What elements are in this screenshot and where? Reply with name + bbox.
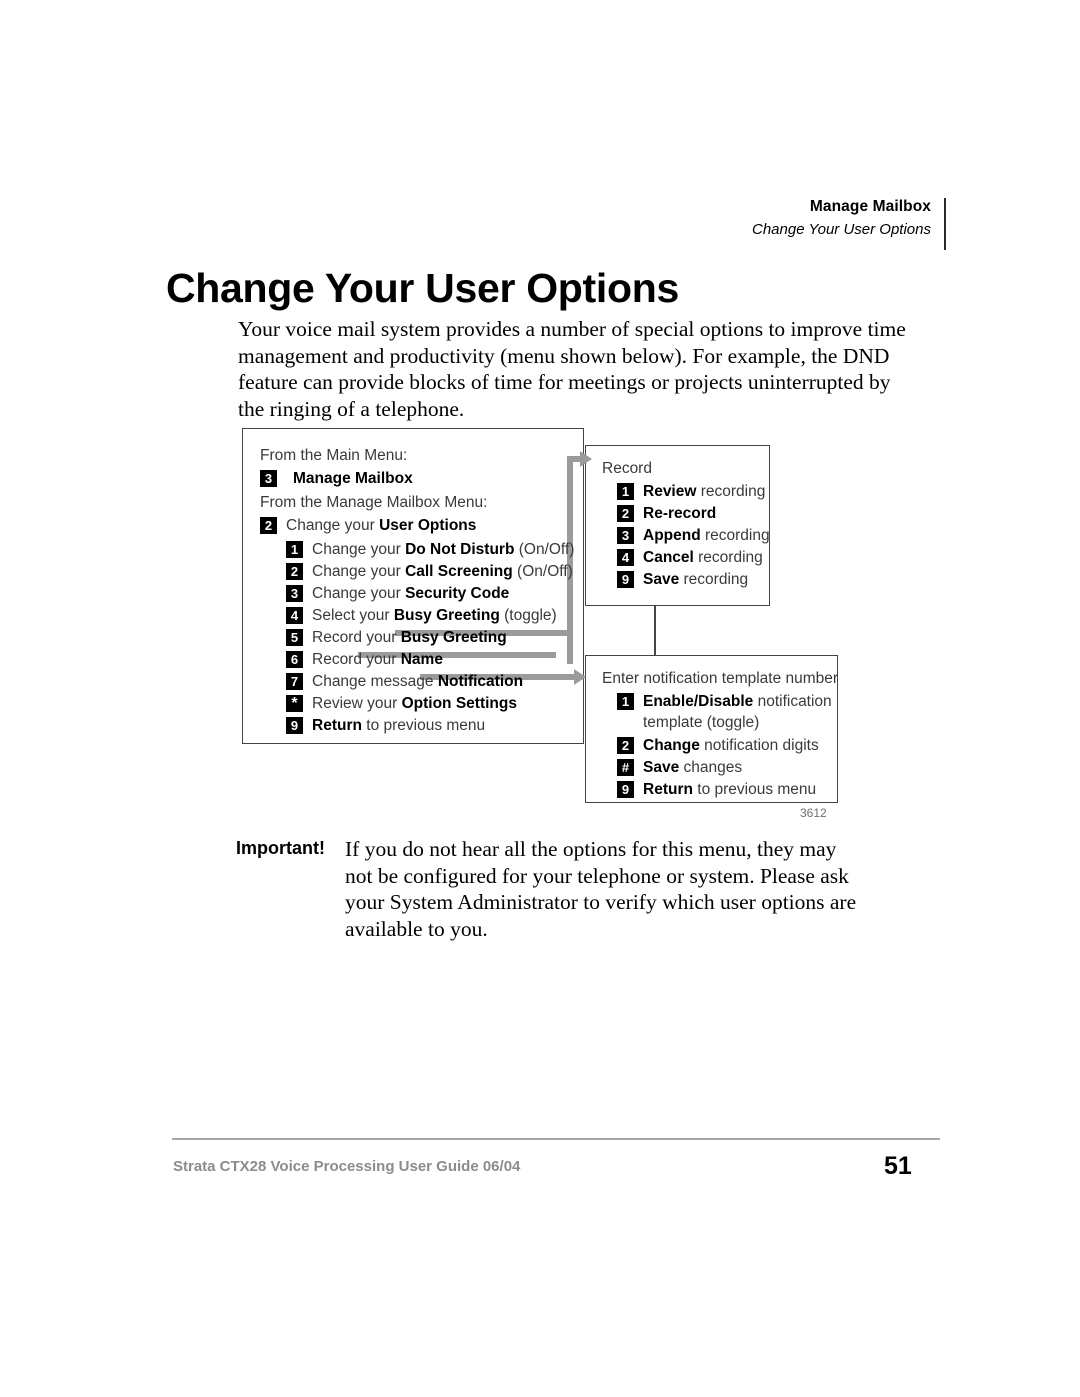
menu-flow-diagram: From the Main Menu: 3 Manage Mailbox Fro…: [242, 428, 854, 818]
footer-rule: [172, 1138, 940, 1140]
notify-row-hash: # Save changes: [617, 757, 742, 778]
footer-guide-text: Strata CTX28 Voice Processing User Guide…: [173, 1158, 521, 1175]
option-label: Record your Name: [312, 651, 443, 668]
key-badge: 7: [286, 673, 303, 690]
key-badge: 3: [260, 470, 277, 487]
option-row-9: 9 Return to previous menu: [286, 715, 485, 736]
key-badge: 1: [617, 693, 634, 710]
option-row-4: 4 Select your Busy Greeting (toggle): [286, 605, 557, 626]
key-badge: 4: [617, 549, 634, 566]
key-badge: 5: [286, 629, 303, 646]
key-badge: 2: [286, 563, 303, 580]
key-badge: 2: [260, 517, 277, 534]
key-badge: 1: [617, 483, 634, 500]
record-label: Re-record: [643, 505, 717, 522]
page-number: 51: [884, 1152, 912, 1180]
record-row-9: 9 Save recording: [617, 569, 748, 590]
panel-connector-line: [654, 606, 656, 655]
notify-row-9: 9 Return to previous menu: [617, 779, 816, 800]
key-badge: 2: [617, 505, 634, 522]
option-row-1: 1 Change your Do Not Disturb (On/Off): [286, 539, 574, 560]
key-badge-asterisk: *: [286, 695, 303, 712]
notify-row-1: 1 Enable/Disable notification template (t…: [617, 691, 832, 733]
option-label: Change your Call Screening (On/Off): [312, 563, 573, 580]
left-lead-mailbox-menu: From the Manage Mailbox Menu:: [260, 494, 488, 511]
connector-riser-record: [567, 456, 573, 664]
record-label: Cancel recording: [643, 549, 763, 566]
left-item-user-options: 2 Change your User Options: [260, 515, 476, 536]
running-header: Manage Mailbox Change Your User Options: [0, 196, 945, 242]
option-label: Return to previous menu: [312, 717, 486, 734]
option-row-5: 5 Record your Busy Greeting: [286, 627, 507, 648]
option-label: Change your Do Not Disturb (On/Off): [312, 541, 575, 558]
option-label: Change your Security Code: [312, 585, 510, 602]
important-body: If you do not hear all the options for t…: [345, 837, 857, 941]
arrow-to-notification-icon: [574, 669, 586, 685]
record-row-4: 4 Cancel recording: [617, 547, 763, 568]
record-row-3: 3 Append recording: [617, 525, 770, 546]
key-badge: 9: [617, 781, 634, 798]
notify-label: Enable/Disable notification template (tog…: [643, 693, 832, 731]
key-badge: 3: [286, 585, 303, 602]
notify-label: Return to previous menu: [643, 781, 817, 798]
option-label: Change message Notification: [312, 673, 524, 690]
option-row-6: 6 Record your Name: [286, 649, 443, 670]
record-label: Review recording: [643, 483, 766, 500]
document-page: Manage Mailbox Change Your User Options …: [0, 0, 1080, 1397]
notify-label: Change notification digits: [643, 737, 819, 754]
page-title: Change Your User Options: [166, 265, 679, 311]
record-row-2: 2 Re-record: [617, 503, 716, 524]
left-item-manage-mailbox: 3 Manage Mailbox: [260, 468, 413, 489]
key-badge: 9: [617, 571, 634, 588]
left-lead-main-menu: From the Main Menu:: [260, 447, 408, 464]
key-badge-hash: #: [617, 759, 634, 776]
arrow-to-record-icon: [580, 451, 592, 467]
key-badge: 9: [286, 717, 303, 734]
key-badge: 3: [617, 527, 634, 544]
notify-label: Save changes: [643, 759, 743, 776]
record-label: Save recording: [643, 571, 749, 588]
option-row-7: 7 Change message Notification: [286, 671, 523, 692]
option-label: Select your Busy Greeting (toggle): [312, 607, 557, 624]
important-label: Important!: [236, 838, 325, 858]
option-label: Record your Busy Greeting: [312, 629, 507, 646]
option-row-2: 2 Change your Call Screening (On/Off): [286, 561, 573, 582]
key-badge: 6: [286, 651, 303, 668]
figure-number: 3612: [800, 806, 827, 820]
key-badge: 2: [617, 737, 634, 754]
notify-row-2: 2 Change notification digits: [617, 735, 819, 756]
notification-heading: Enter notification template number: [602, 670, 839, 687]
header-subtitle: Change Your User Options: [752, 221, 931, 238]
header-title: Manage Mailbox: [809, 198, 931, 215]
header-vertical-rule: [944, 198, 946, 250]
intro-paragraph: Your voice mail system provides a number…: [238, 317, 906, 421]
key-badge: 1: [286, 541, 303, 558]
option-row-star: * Review your Option Settings: [286, 693, 517, 714]
option-label: Review your Option Settings: [312, 695, 517, 712]
left-item-label: Manage Mailbox: [293, 470, 413, 487]
left-item-label: Change your User Options: [286, 517, 477, 534]
record-row-1: 1 Review recording: [617, 481, 765, 502]
key-badge: 4: [286, 607, 303, 624]
record-heading: Record: [602, 460, 652, 477]
option-row-3: 3 Change your Security Code: [286, 583, 509, 604]
record-label: Append recording: [643, 527, 770, 544]
